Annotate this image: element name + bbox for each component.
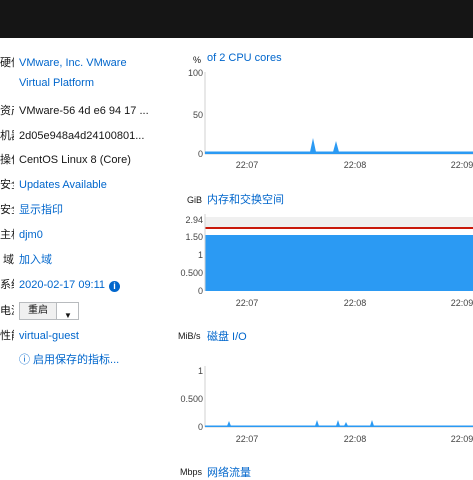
mem-swap-band — [205, 217, 473, 227]
power-options-row: 电源选项 重启 ▼ — [0, 302, 160, 320]
os-label: 操作系统 — [0, 154, 14, 166]
security-updates-label: 安全更新 — [0, 179, 14, 191]
disk-unit: MiB/s — [178, 331, 201, 341]
security-updates-link[interactable]: Updates Available — [19, 176, 107, 194]
hostname-link[interactable]: djm0 — [19, 226, 43, 244]
hostname-label: 主机名 — [0, 229, 14, 241]
hardware-row: 硬件 VMware, Inc. VMware Virtual Platform — [0, 54, 160, 90]
cpu-ytick-0: 0 — [198, 149, 203, 159]
mem-xtick-2209: 22:09 — [451, 298, 473, 308]
show-fingerprints-link[interactable]: 显示指印 — [19, 201, 63, 219]
system-time-row: 系统时间 2020-02-17 09:11 i — [0, 276, 160, 294]
cpu-chart-title[interactable]: of 2 CPU cores — [207, 52, 282, 64]
asset-tag-value: VMware-56 4d e6 94 17 ... — [19, 105, 149, 117]
ssh-keys-row: 安全外壳密钥 显示指印 — [0, 201, 160, 219]
power-button-group: 重启 ▼ — [19, 302, 79, 320]
domain-row: 域 加入域 — [0, 251, 160, 269]
net-unit: Mbps — [180, 467, 203, 477]
disk-ytick-0.500: 0.500 — [180, 394, 203, 404]
power-options-label: 电源选项 — [0, 305, 14, 317]
disk-ytick-1: 1 — [198, 366, 203, 376]
performance-profile-label: 性能配置集 — [0, 330, 14, 342]
security-updates-row: 安全更新 Updates Available — [0, 176, 160, 194]
machine-id-row: 机器编号 2d05e948a4d24100801... — [0, 127, 160, 145]
mem-ytick-0.500: 0.500 — [180, 268, 203, 278]
system-overview: 硬件 VMware, Inc. VMware Virtual Platform … — [0, 38, 473, 480]
disk-xtick-2208: 22:08 — [344, 434, 367, 444]
asset-tag-label: 资产标记 — [0, 105, 14, 117]
cpu-xtick-2209: 22:09 — [451, 160, 473, 170]
cpu-xtick-2207: 22:07 — [236, 160, 259, 170]
domain-label: 域 — [3, 254, 14, 266]
disk-io-chart: 1 0.500 0 22:07 22:08 22:09 — [180, 366, 473, 444]
mem-xtick-2207: 22:07 — [236, 298, 259, 308]
cpu-chart: 100 50 0 22:07 22:08 22:09 — [188, 68, 473, 170]
hardware-link-line2[interactable]: Virtual Platform — [19, 74, 94, 92]
disk-xtick-2207: 22:07 — [236, 434, 259, 444]
enable-metrics-row: ⓘ 启用保存的指标... — [0, 351, 160, 369]
cpu-ytick-50: 50 — [193, 110, 203, 120]
machine-id-label: 机器编号 — [0, 130, 14, 142]
net-chart-title[interactable]: 网络流量 — [207, 464, 251, 480]
restart-button[interactable]: 重启 — [19, 302, 57, 320]
machine-id-value: 2d05e948a4d24100801... — [19, 130, 145, 142]
top-bar — [0, 0, 473, 38]
mem-ytick-0: 0 — [198, 286, 203, 296]
hardware-label: 硬件 — [0, 57, 14, 69]
hardware-link[interactable]: VMware, Inc. VMware — [19, 54, 127, 72]
system-time-label: 系统时间 — [0, 279, 14, 291]
info-icon[interactable]: i — [109, 281, 121, 292]
system-time-wrap: 2020-02-17 09:11 i — [19, 276, 121, 294]
mem-ytick-1: 1 — [198, 250, 203, 260]
memory-chart: 2.94 1.50 1 0.500 0 22:07 22:08 22:09 — [180, 214, 473, 308]
cpu-unit: % — [193, 55, 202, 65]
system-time-link[interactable]: 2020-02-17 09:11 — [19, 279, 105, 291]
chevron-down-icon: ▼ — [64, 311, 72, 320]
asset-tag-row: 资产标记 VMware-56 4d e6 94 17 ... — [0, 102, 160, 120]
mem-used-area — [205, 235, 473, 291]
disk-chart-title[interactable]: 磁盘 I/O — [207, 328, 247, 344]
hostname-row: 主机名 djm0 — [0, 226, 160, 244]
mem-chart-title[interactable]: 内存和交换空间 — [207, 191, 284, 207]
ssh-keys-label: 安全外壳密钥 — [0, 204, 14, 216]
join-domain-link[interactable]: 加入域 — [19, 251, 52, 269]
enable-metrics-link[interactable]: ⓘ 启用保存的指标... — [19, 351, 119, 369]
mem-ytick-2.94: 2.94 — [185, 215, 203, 225]
disk-ytick-0: 0 — [198, 422, 203, 432]
os-row: 操作系统 CentOS Linux 8 (Core) — [0, 151, 160, 169]
mem-xtick-2208: 22:08 — [344, 298, 367, 308]
power-dropdown-toggle[interactable]: ▼ — [57, 302, 79, 320]
performance-profile-row: 性能配置集 virtual-guest — [0, 327, 160, 345]
performance-profile-link[interactable]: virtual-guest — [19, 327, 79, 345]
mem-unit: GiB — [187, 195, 203, 205]
cpu-xtick-2208: 22:08 — [344, 160, 367, 170]
os-value: CentOS Linux 8 (Core) — [19, 154, 131, 166]
disk-xtick-2209: 22:09 — [451, 434, 473, 444]
mem-ytick-1.50: 1.50 — [185, 232, 203, 242]
cpu-ytick-100: 100 — [188, 68, 203, 78]
